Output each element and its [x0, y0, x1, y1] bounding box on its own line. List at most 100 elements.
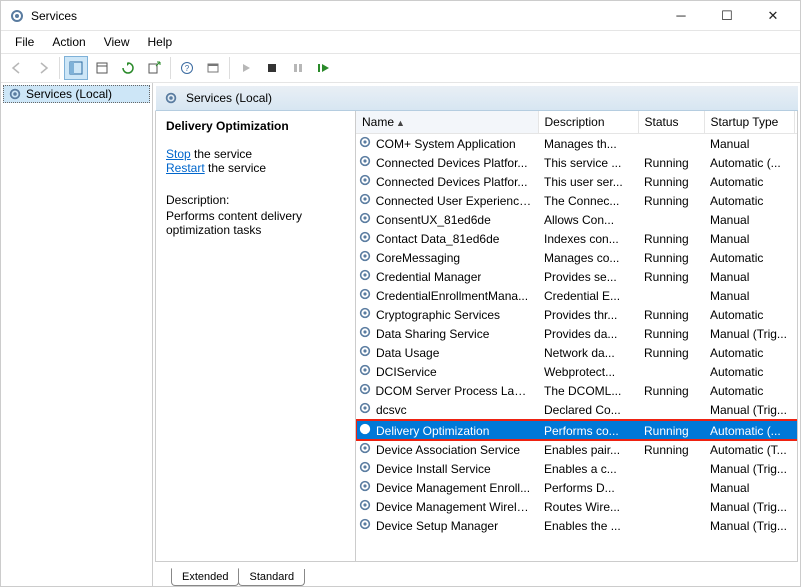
service-description: Allows Con... [538, 210, 638, 229]
table-row[interactable]: ConsentUX_81ed6deAllows Con...ManualLoca [356, 210, 797, 229]
stop-link[interactable]: Stop [166, 147, 191, 161]
table-row[interactable]: Device Install ServiceEnables a c...Manu… [356, 459, 797, 478]
stop-suffix: the service [191, 147, 252, 161]
back-button[interactable] [5, 56, 29, 80]
service-name: Connected Devices Platfor... [376, 175, 527, 189]
table-row[interactable]: Connected User Experience... The Connec..… [356, 191, 797, 210]
service-startup: Manual [704, 210, 794, 229]
restart-link[interactable]: Restart [166, 161, 205, 175]
tree-item-services-local[interactable]: Services (Local) [3, 85, 150, 103]
table-row[interactable]: Delivery OptimizationPerforms co...Runni… [356, 420, 797, 440]
restart-suffix: the service [205, 161, 266, 175]
service-icon [358, 230, 372, 247]
service-name: Connected User Experience... [376, 194, 532, 208]
column-name[interactable]: Name▲ [356, 111, 538, 134]
table-row[interactable]: DCIServiceWebprotect...AutomaticLoca [356, 362, 797, 381]
restart-service-button[interactable] [312, 56, 336, 80]
column-status[interactable]: Status [638, 111, 704, 134]
start-service-button[interactable] [234, 56, 258, 80]
service-name: COM+ System Application [376, 137, 516, 151]
service-startup: Automatic [704, 381, 794, 400]
table-row[interactable]: Device Management Enroll...Performs D...… [356, 478, 797, 497]
service-icon [358, 325, 372, 342]
service-startup: Automatic [704, 172, 794, 191]
refresh-button[interactable] [116, 56, 140, 80]
table-row[interactable]: Credential ManagerProvides se...RunningM… [356, 267, 797, 286]
table-row[interactable]: COM+ System ApplicationManages th...Manu… [356, 134, 797, 154]
menu-file[interactable]: File [7, 33, 42, 51]
service-logon: Loca [794, 381, 797, 400]
menu-view[interactable]: View [96, 33, 138, 51]
service-name: Device Management Wirele... [376, 500, 532, 514]
service-startup: Manual [704, 267, 794, 286]
table-row[interactable]: Device Association ServiceEnables pair..… [356, 440, 797, 459]
service-icon [358, 192, 372, 209]
table-row[interactable]: CredentialEnrollmentMana...Credential E.… [356, 286, 797, 305]
service-status [638, 134, 704, 154]
service-status [638, 516, 704, 535]
service-status [638, 362, 704, 381]
table-row[interactable]: CoreMessagingManages co...RunningAutomat… [356, 248, 797, 267]
pause-service-button[interactable] [286, 56, 310, 80]
menu-action[interactable]: Action [44, 33, 93, 51]
service-logon: Loca [794, 191, 797, 210]
service-status [638, 400, 704, 420]
service-startup: Manual [704, 229, 794, 248]
service-logon: Loca [794, 362, 797, 381]
table-row[interactable]: Cryptographic ServicesProvides thr...Run… [356, 305, 797, 324]
stop-service-button[interactable] [260, 56, 284, 80]
separator [229, 57, 230, 79]
service-description: Enables a c... [538, 459, 638, 478]
table-row[interactable]: dcsvcDeclared Co...Manual (Trig...Loca [356, 400, 797, 420]
service-name: Device Association Service [376, 443, 520, 457]
show-tree-button[interactable] [64, 56, 88, 80]
service-logon: Loca [794, 248, 797, 267]
service-name: Data Sharing Service [376, 327, 489, 341]
service-status: Running [638, 324, 704, 343]
service-name: ConsentUX_81ed6de [376, 213, 491, 227]
service-startup: Manual (Trig... [704, 324, 794, 343]
tab-standard[interactable]: Standard [238, 569, 305, 586]
service-icon [358, 344, 372, 361]
close-button[interactable]: ✕ [750, 2, 796, 30]
table-row[interactable]: Device Management Wirele...Routes Wire..… [356, 497, 797, 516]
table-row[interactable]: Contact Data_81ed6deIndexes con...Runnin… [356, 229, 797, 248]
service-name: DCOM Server Process Laun... [376, 384, 532, 398]
service-description: Performs co... [538, 420, 638, 440]
stop-line: Stop the service [166, 147, 345, 161]
services-icon [9, 8, 25, 24]
service-startup: Automatic [704, 305, 794, 324]
service-status [638, 497, 704, 516]
service-name: dcsvc [376, 403, 407, 417]
help-button[interactable]: ? [175, 56, 199, 80]
content-area: Services (Local) Services (Local) Delive… [1, 83, 800, 586]
maximize-button[interactable]: ☐ [704, 2, 750, 30]
table-row[interactable]: Device Setup ManagerEnables the ...Manua… [356, 516, 797, 535]
tab-extended[interactable]: Extended [171, 568, 239, 586]
column-logon[interactable]: Log On As [794, 111, 797, 134]
service-status [638, 286, 704, 305]
properties-button[interactable] [90, 56, 114, 80]
minimize-button[interactable]: ─ [658, 2, 704, 30]
service-startup: Automatic (... [704, 420, 794, 440]
service-status [638, 478, 704, 497]
service-description: Manages th... [538, 134, 638, 154]
forward-button[interactable] [31, 56, 55, 80]
table-row[interactable]: Data UsageNetwork da...RunningAutomaticL… [356, 343, 797, 362]
table-row[interactable]: DCOM Server Process Laun...The DCOML...R… [356, 381, 797, 400]
export-button[interactable] [142, 56, 166, 80]
service-status: Running [638, 305, 704, 324]
service-name: Data Usage [376, 346, 439, 360]
column-startup-type[interactable]: Startup Type [704, 111, 794, 134]
service-icon [358, 306, 372, 323]
column-description[interactable]: Description [538, 111, 638, 134]
list-view[interactable]: Name▲ Description Status Startup Type Lo… [356, 111, 797, 561]
menu-help[interactable]: Help [140, 33, 181, 51]
service-name: Delivery Optimization [376, 424, 489, 438]
table-row[interactable]: Connected Devices Platfor...This user se… [356, 172, 797, 191]
dialog-button[interactable] [201, 56, 225, 80]
service-description: Webprotect... [538, 362, 638, 381]
table-row[interactable]: Data Sharing ServiceProvides da...Runnin… [356, 324, 797, 343]
table-row[interactable]: Connected Devices Platfor...This service… [356, 153, 797, 172]
service-description: The Connec... [538, 191, 638, 210]
